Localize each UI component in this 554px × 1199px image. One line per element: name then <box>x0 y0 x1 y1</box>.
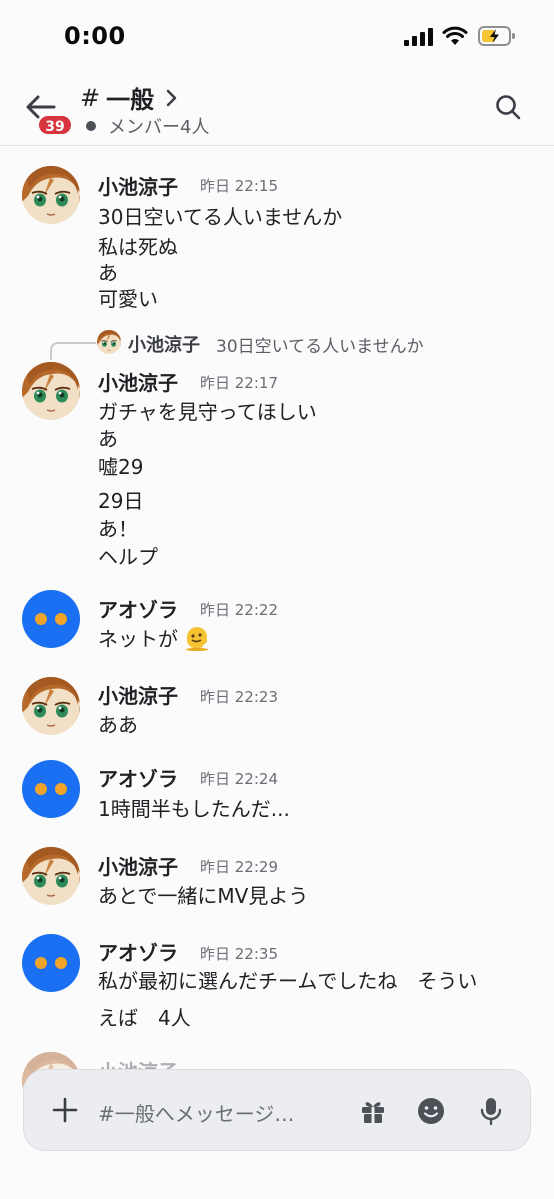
message-input[interactable]: #一般へメッセージ… <box>98 1098 294 1127</box>
avatar[interactable] <box>22 934 80 992</box>
avatar[interactable] <box>22 677 80 735</box>
message-text: あ！ <box>98 517 138 541</box>
reply-author[interactable]: 小池涼子 <box>128 331 200 357</box>
timestamp: 昨日 22:22 <box>200 601 278 619</box>
avatar[interactable] <box>22 760 80 818</box>
avatar[interactable] <box>22 590 80 648</box>
gift-icon[interactable] <box>358 1096 388 1126</box>
message-text-content: ネットが <box>98 627 178 651</box>
reply-connector <box>50 342 96 360</box>
timestamp: 昨日 22:23 <box>200 688 278 706</box>
timestamp: 昨日 22:17 <box>200 374 278 392</box>
search-icon[interactable] <box>494 93 522 121</box>
message-text: 可愛い <box>98 287 158 311</box>
avatar[interactable] <box>22 362 80 420</box>
avatar[interactable] <box>22 847 80 905</box>
message-text: 嘘29 <box>98 455 144 479</box>
author-name[interactable]: 小池涼子 <box>98 171 178 200</box>
timestamp: 昨日 22:29 <box>200 858 278 876</box>
message-text: あとで一緒にMV見よう <box>98 884 309 908</box>
message-text: えば 4人 <box>98 1006 191 1030</box>
message-text: あ <box>98 261 118 285</box>
message-text: 29日 <box>98 489 144 513</box>
chevron-right-icon <box>166 89 177 106</box>
author-name[interactable]: 小池涼子 <box>98 367 178 396</box>
reply-avatar <box>97 330 121 354</box>
timestamp: 昨日 22:15 <box>200 177 278 195</box>
status-bar: 0:00 <box>0 0 554 70</box>
channel-title-button[interactable]: # 一般 <box>80 80 180 115</box>
status-time: 0:00 <box>64 22 126 50</box>
message-text: 私は死ぬ <box>98 235 178 259</box>
cellular-signal-icon <box>404 28 433 46</box>
channel-hash-icon: # <box>80 83 101 112</box>
message-text: 私が最初に選んだチームでしたね そうい <box>98 969 478 993</box>
message-text: ヘルプ <box>98 545 158 569</box>
emoji-icon[interactable] <box>416 1096 446 1126</box>
member-count: メンバー4人 <box>108 117 210 138</box>
message-text: ガチャを見守ってほしい <box>98 400 317 424</box>
timestamp: 昨日 22:35 <box>200 945 278 963</box>
channel-title: 一般 <box>106 86 155 114</box>
message-text: 1時間半もしたんだ... <box>98 797 290 821</box>
battery-charging-icon <box>478 26 515 46</box>
status-dot <box>86 121 96 131</box>
microphone-icon[interactable] <box>477 1096 505 1126</box>
wifi-icon <box>442 26 468 45</box>
message-text: あ <box>98 427 118 451</box>
reply-preview[interactable]: 30日空いてる人いませんか <box>216 332 424 357</box>
message-text: ああ <box>98 713 138 737</box>
timestamp: 昨日 22:24 <box>200 770 278 788</box>
author-name[interactable]: アオゾラ <box>98 763 178 792</box>
message-text: 30日空いてる人いませんか <box>98 205 343 229</box>
member-count-row[interactable]: メンバー4人 <box>86 113 209 139</box>
author-name[interactable]: アオゾラ <box>98 937 178 966</box>
author-name[interactable]: 小池涼子 <box>98 851 178 880</box>
avatar[interactable] <box>22 166 80 224</box>
unread-badge: 39 <box>37 114 73 136</box>
message-text: ネットが <box>98 623 210 652</box>
plus-icon[interactable] <box>50 1095 80 1125</box>
melting-face-emoji-icon <box>186 627 209 651</box>
author-name[interactable]: 小池涼子 <box>98 680 178 709</box>
author-name[interactable]: アオゾラ <box>98 594 178 623</box>
message-composer: #一般へメッセージ… <box>23 1069 531 1151</box>
